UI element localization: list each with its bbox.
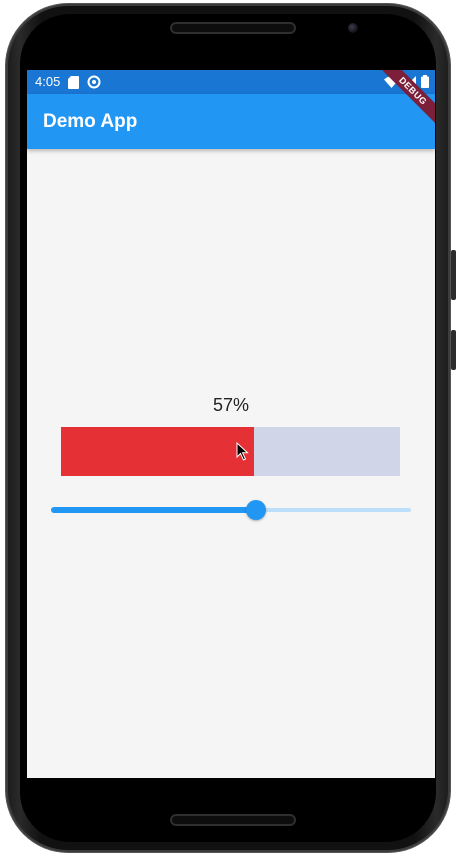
progress-slider[interactable] (51, 500, 411, 520)
app-screen: 4:05 DEBUG Demo App 57% (27, 70, 435, 778)
progress-bar (61, 427, 400, 476)
mouse-cursor-icon (236, 442, 249, 461)
bottom-speaker (170, 814, 296, 826)
status-time: 4:05 (35, 74, 61, 89)
sd-card-icon (68, 75, 80, 89)
earpiece-speaker (170, 22, 296, 34)
progress-percent-label: 57% (212, 395, 250, 415)
sync-icon (87, 75, 101, 89)
slider-active-track[interactable] (51, 507, 256, 513)
power-button (451, 330, 456, 370)
slider-thumb[interactable] (246, 500, 266, 520)
app-bar: Demo App (27, 94, 435, 149)
app-title: Demo App (43, 111, 138, 132)
volume-button (451, 250, 456, 300)
status-bar: 4:05 DEBUG (27, 70, 435, 132)
front-camera (348, 23, 358, 33)
progress-bar-fill (61, 427, 254, 476)
